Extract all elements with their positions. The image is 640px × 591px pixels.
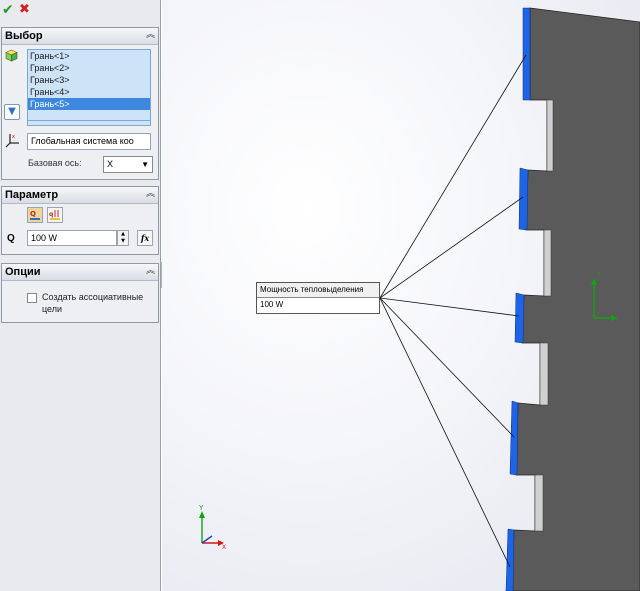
heat-density-icon[interactable]: q [47, 207, 63, 223]
collapse-icon[interactable]: ︽ [146, 29, 155, 42]
collapse-icon[interactable]: ︽ [146, 265, 155, 278]
selected-face-5[interactable] [505, 528, 515, 591]
q-spinner[interactable]: ▲ ▼ [117, 230, 129, 246]
heat-power-icon[interactable]: Q [27, 207, 43, 223]
callout-leaders [379, 54, 527, 568]
spin-down-icon[interactable]: ▼ [118, 238, 128, 245]
svg-text:Q: Q [30, 210, 36, 218]
selection-group-title: Выбор [5, 30, 43, 42]
q-value-input[interactable]: 100 W [27, 230, 117, 246]
associative-checkbox-label: Создать ассоциативные цели [42, 292, 144, 314]
parameter-group-title: Параметр [5, 189, 59, 201]
coordinate-system-icon: x [5, 134, 19, 148]
fin-side-face [546, 99, 554, 172]
base-axis-select[interactable]: X ▼ [103, 156, 153, 173]
leader-line [379, 54, 527, 299]
ok-check-icon[interactable]: ✔ [2, 2, 16, 18]
associative-checkbox[interactable] [27, 293, 37, 303]
options-group-title: Опции [5, 266, 41, 278]
collapse-icon[interactable]: ︽ [146, 188, 155, 201]
selection-list-empty-area[interactable] [27, 121, 151, 126]
list-item-selected[interactable]: Грань<5> [28, 98, 150, 110]
fin-side-face [534, 474, 544, 532]
selected-face-3[interactable] [514, 292, 525, 344]
heat-power-glyph-icon: Q [30, 210, 40, 220]
faces-selection-list[interactable]: Грань<1> Грань<2> Грань<3> Грань<4> Гран… [27, 49, 151, 121]
dropdown-arrow-icon: ▼ [141, 160, 149, 169]
svg-text:Y: Y [198, 504, 204, 512]
base-axis-label: Базовая ось: [28, 158, 82, 168]
base-axis-value: X [107, 159, 114, 169]
callout-title: Мощность тепловыделения [257, 283, 379, 298]
svg-text:q: q [49, 211, 53, 218]
model-drawing: Y Y X [198, 7, 640, 591]
svg-text:x: x [12, 134, 15, 140]
list-item[interactable]: Грань<1> [28, 50, 150, 62]
leader-line [379, 297, 511, 568]
list-item[interactable]: Грань<2> [28, 62, 150, 74]
callout-value: 100 W [260, 300, 284, 309]
heat-density-glyph-icon: q [49, 210, 60, 220]
spin-up-icon[interactable]: ▲ [118, 231, 128, 238]
confirm-bar: ✔ ✖ [0, 0, 160, 22]
face-select-icon [5, 49, 18, 62]
heatsink-body [511, 7, 640, 591]
coordinate-system-field[interactable]: Глобальная система коо [27, 133, 151, 150]
cancel-x-icon[interactable]: ✖ [19, 2, 33, 18]
leader-line [379, 297, 515, 438]
leader-line [379, 196, 524, 299]
graphics-viewport[interactable]: Y Y X [162, 0, 640, 591]
q-label: Q [7, 233, 15, 244]
filter-icon[interactable]: ▼ [4, 104, 20, 120]
selection-group-header[interactable]: Выбор ︽ [2, 28, 158, 45]
fin-side-face [543, 229, 552, 297]
leader-line [379, 297, 520, 317]
global-triad-icon: Y X [198, 504, 226, 551]
heat-power-callout[interactable]: Мощность тепловыделения 100 W [256, 282, 380, 314]
options-group-header[interactable]: Опции ︽ [2, 264, 158, 281]
selected-face-4[interactable] [509, 400, 519, 476]
property-manager-panel: ✔ ✖ Выбор ︽ Грань<1> Грань<2> Грань<3> Г… [0, 0, 161, 591]
svg-text:Y: Y [596, 271, 601, 278]
list-item[interactable]: Грань<3> [28, 74, 150, 86]
list-item[interactable]: Грань<4> [28, 86, 150, 98]
parameter-group-header[interactable]: Параметр ︽ [2, 187, 158, 204]
svg-text:X: X [222, 544, 226, 551]
fin-side-face [539, 342, 549, 406]
selected-face-1[interactable] [522, 7, 531, 101]
function-fx-button[interactable]: fx [137, 230, 153, 246]
